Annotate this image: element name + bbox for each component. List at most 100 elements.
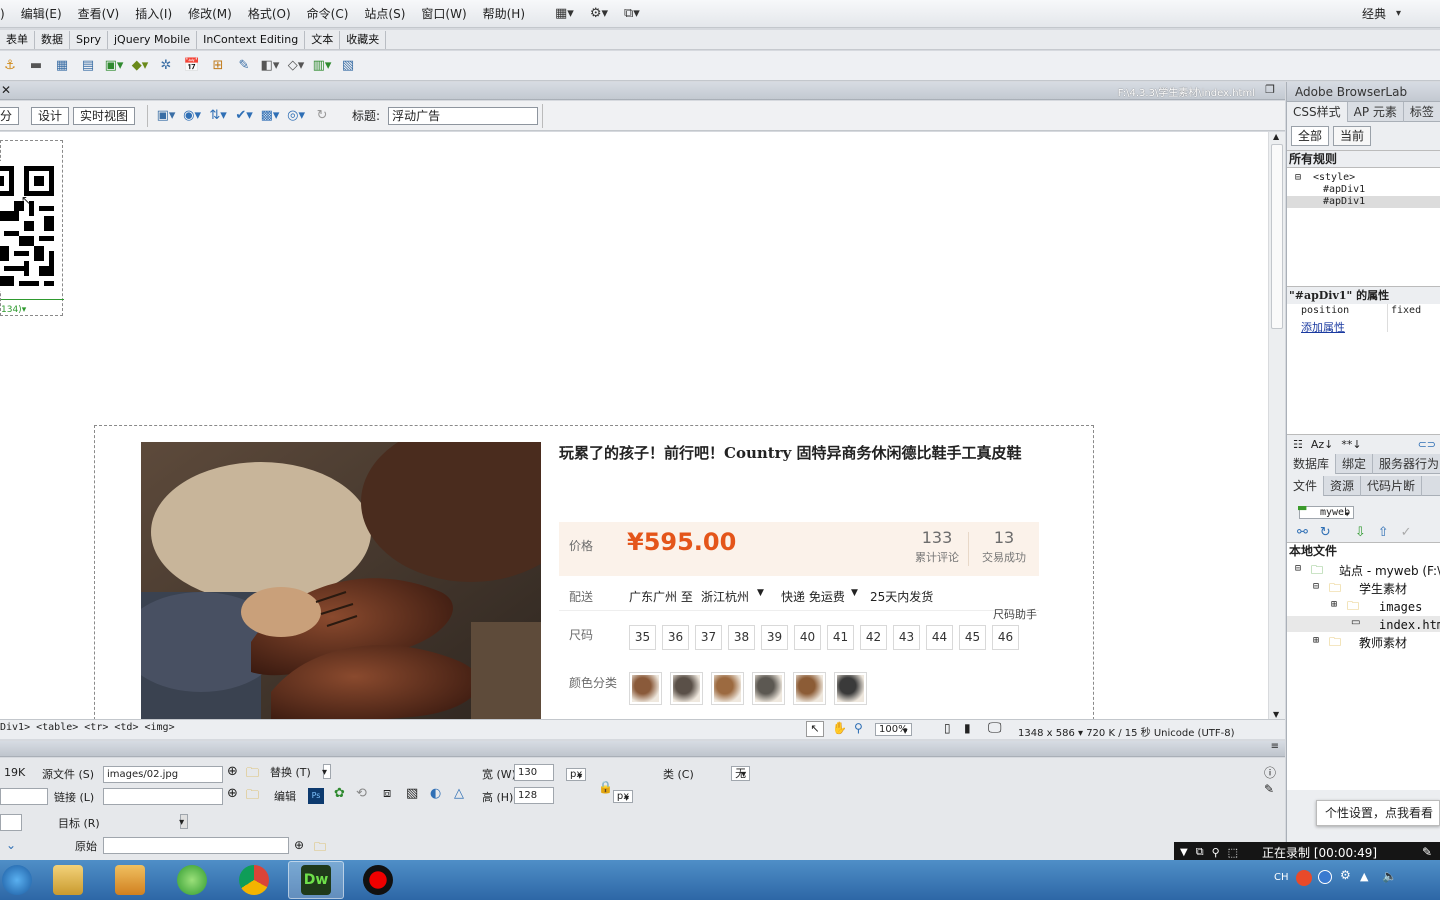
date-icon[interactable]: 📅	[182, 57, 202, 75]
size-option[interactable]: 46	[992, 625, 1019, 650]
height-input[interactable]: 128	[514, 787, 554, 804]
width-input[interactable]: 130	[514, 764, 554, 781]
tree-expand-icon[interactable]: ⊞	[1331, 599, 1337, 610]
named-anchor-icon[interactable]: ⚓	[0, 57, 20, 75]
tree-item-student[interactable]: 学生素材	[1359, 580, 1407, 597]
tree-collapse-icon[interactable]: ⊟	[1295, 172, 1301, 183]
css-mode-all[interactable]: 全部	[1291, 126, 1330, 146]
menu-item-window[interactable]: 窗口(W)	[421, 5, 466, 22]
link-input[interactable]	[103, 788, 223, 805]
check-browser-icon[interactable]: ▩▾	[260, 107, 280, 125]
live-view-button[interactable]: 实时视图	[73, 106, 136, 125]
update-icon[interactable]: ⟲	[356, 786, 367, 801]
tag-selector[interactable]: Div1> <table> <tr> <td> <img>	[0, 722, 175, 733]
tab-tags[interactable]: 标签	[1404, 101, 1440, 122]
point-to-file-icon[interactable]: ⊕	[227, 764, 238, 779]
connect-icon[interactable]: ⚯	[1297, 525, 1308, 540]
size-option[interactable]: 45	[959, 625, 986, 650]
tree-item-images[interactable]: images	[1379, 600, 1422, 614]
media-icon[interactable]: ◆▾	[130, 57, 150, 75]
link-folder-icon[interactable]: 🗀	[246, 786, 259, 808]
menu-item-view[interactable]: 查看(V)	[78, 5, 120, 22]
360-browser-icon[interactable]	[164, 861, 220, 899]
scroll-thumb[interactable]	[1271, 144, 1283, 329]
size-helper-link[interactable]: 尺码助手	[993, 606, 1037, 622]
tab-bindings[interactable]: 绑定	[1336, 453, 1374, 474]
tab-ap-elements[interactable]: AP 元素	[1348, 101, 1404, 122]
color-swatch[interactable]	[670, 672, 703, 705]
ie-icon[interactable]	[0, 861, 34, 899]
panel-menu-icon[interactable]: ≡	[1271, 741, 1279, 752]
menu-item-modify[interactable]: 修改(M)	[188, 5, 232, 22]
w3c-validation-icon[interactable]: ✔▾	[234, 107, 254, 125]
lock-ratio-icon[interactable]: 🔒	[598, 780, 613, 794]
color-swatch[interactable]	[711, 672, 744, 705]
title-input[interactable]: 浮动广告	[388, 106, 539, 125]
site-icon[interactable]: ⧉▾	[624, 6, 640, 21]
menu-item-file[interactable]: )	[0, 7, 5, 21]
file-management-icon[interactable]: ⇅▾	[208, 107, 228, 125]
tree-item-index-html[interactable]: index.html	[1379, 618, 1440, 632]
color-swatch[interactable]	[793, 672, 826, 705]
select-tool-icon[interactable]: ↖	[806, 721, 824, 737]
target-select[interactable]	[180, 814, 189, 829]
templates-icon[interactable]: ▥▾	[312, 57, 332, 75]
scroll-up-icon[interactable]: ▲	[1273, 132, 1279, 141]
refresh-icon[interactable]: ↻	[312, 107, 332, 125]
size-option[interactable]: 43	[893, 625, 920, 650]
size-option[interactable]: 41	[827, 625, 854, 650]
personalize-tooltip[interactable]: 个性设置，点我看看	[1316, 800, 1440, 826]
zoom-tool-icon[interactable]: ⚲	[854, 721, 863, 735]
tab-text[interactable]: 文本	[305, 30, 341, 49]
tab-incontext-editing[interactable]: InContext Editing	[197, 30, 306, 49]
visual-aids-icon[interactable]: ◎▾	[286, 107, 306, 125]
rule-apdiv1[interactable]: #apDiv1	[1323, 184, 1365, 195]
volume-icon[interactable]: 🔈	[1382, 869, 1397, 883]
layout-icon[interactable]: ▦▾	[555, 6, 574, 21]
tab-snippets[interactable]: 代码片断	[1361, 475, 1423, 496]
delivery-to-dropdown-icon[interactable]: ▼	[757, 588, 764, 598]
size-option[interactable]: 44	[926, 625, 953, 650]
menu-item-edit[interactable]: 编辑(E)	[21, 5, 62, 22]
tree-expand-icon[interactable]: ⊟	[1313, 581, 1319, 592]
id-input[interactable]	[0, 788, 48, 805]
put-files-icon[interactable]: ⇧	[1378, 525, 1389, 540]
map-input[interactable]	[0, 814, 22, 831]
workspace-dropdown-icon[interactable]: ▾	[1396, 8, 1401, 19]
review-stat[interactable]: 133 累计评论	[907, 528, 967, 565]
src-input[interactable]: images/02.jpg	[103, 766, 223, 783]
recorder-collapse-icon[interactable]: ▼	[1180, 847, 1188, 858]
size-option[interactable]: 40	[794, 625, 821, 650]
hotspot-tool-icon[interactable]: ⌄	[6, 838, 16, 852]
tab-favorites[interactable]: 收藏夹	[340, 30, 387, 49]
shipping-method[interactable]: 快递 免运费	[781, 588, 845, 605]
canvas-vertical-scrollbar[interactable]: ▲ ▼	[1268, 132, 1285, 719]
link-point-icon[interactable]: ⊕	[227, 786, 238, 801]
menu-item-site[interactable]: 站点(S)	[364, 5, 405, 22]
tree-item-teacher[interactable]: 教师素材	[1359, 634, 1407, 651]
attach-stylesheet-icon[interactable]: ⊂⊃	[1418, 438, 1436, 451]
tab-spry[interactable]: Spry	[70, 30, 108, 49]
desktop-size-icon[interactable]: 🖵	[988, 720, 1002, 736]
delivery-to[interactable]: 浙江杭州	[701, 588, 749, 605]
tray-expand-icon[interactable]: ▲	[1360, 870, 1368, 883]
menu-item-format[interactable]: 格式(O)	[248, 5, 291, 22]
explorer-icon[interactable]	[40, 861, 96, 899]
size-option[interactable]: 38	[728, 625, 755, 650]
property-value[interactable]: fixed	[1391, 305, 1421, 316]
menu-item-help[interactable]: 帮助(H)	[483, 5, 525, 22]
div-icon[interactable]: ▤	[78, 57, 98, 75]
tree-item-site-root[interactable]: 站点 - myweb (F:\	[1339, 562, 1440, 579]
resample-icon[interactable]: ▧	[406, 786, 418, 801]
hand-tool-icon[interactable]: ✋	[832, 721, 847, 735]
alt-select[interactable]	[323, 764, 331, 779]
close-document-icon[interactable]: ✕	[1, 83, 11, 97]
tag-chooser-icon[interactable]: ▧	[338, 57, 358, 75]
deal-stat[interactable]: 13 交易成功	[974, 528, 1034, 565]
recorder-zoom-icon[interactable]: ⚲	[1212, 846, 1220, 859]
edit-tag-icon[interactable]: ✎	[1264, 782, 1274, 796]
mobile-size-icon[interactable]: ▯	[944, 721, 951, 735]
brightness-icon[interactable]: ◐	[430, 786, 441, 801]
color-swatch[interactable]	[629, 672, 662, 705]
color-swatch[interactable]	[834, 672, 867, 705]
